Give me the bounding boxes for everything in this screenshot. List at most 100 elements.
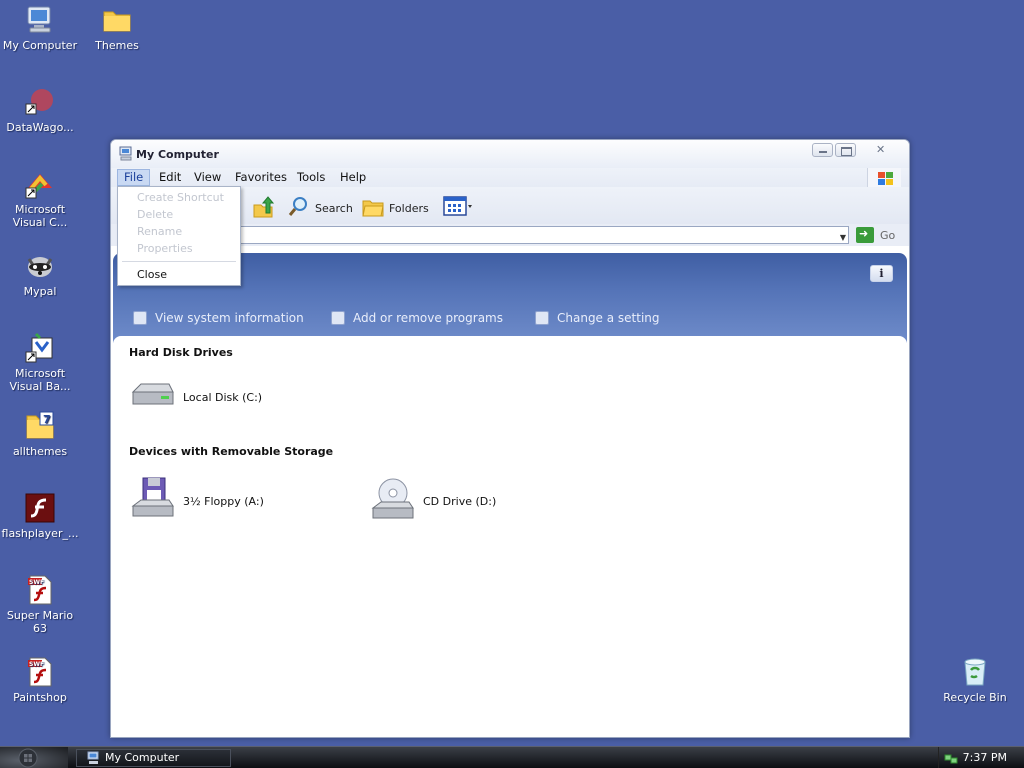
views-button[interactable] [443,195,473,220]
programs-icon [331,311,345,325]
drive-cd-d[interactable]: CD Drive (D:) [369,476,496,527]
search-icon [287,195,311,222]
task-add-remove-programs[interactable]: Add or remove programs [331,311,503,325]
go-label: Go [880,228,896,242]
desktop-icon-label: Microsoft Visual Ba... [9,367,71,393]
desktop-icon-label: Mypal [23,285,57,298]
desktop-icon-label: Paintshop [13,691,67,704]
desktop-icon-themes[interactable]: Themes [77,4,157,52]
taskbar-button-label: My Computer [105,751,180,764]
task-label: View system information [155,311,304,325]
desktop-icon-label: My Computer [2,39,78,52]
go-arrow-icon [856,227,874,243]
menu-edit[interactable]: Edit [153,169,187,186]
window-title: My Computer [136,148,219,161]
task-change-setting[interactable]: Change a setting [535,311,660,325]
desktop-icon-label: DataWago... [6,121,74,134]
system-info-icon [133,311,147,325]
address-input[interactable]: ter ▼ [219,226,849,244]
menu-item-properties: Properties [137,242,193,255]
desktop-icon-label: Recycle Bin [943,691,1007,704]
network-icon[interactable] [944,751,958,764]
control-panel-icon [535,311,549,325]
computer-icon [87,751,100,765]
folders-button[interactable]: Folders [361,195,429,222]
title-bar[interactable]: My Computer [111,140,909,168]
desktop-icon-label: Super Mario 63 [6,609,74,635]
clock[interactable]: 7:37 PM [963,747,1007,768]
drive-label: Local Disk (C:) [183,391,263,404]
minimize-button[interactable] [812,143,833,157]
svg-text:SWF: SWF [29,661,44,668]
drive-label: CD Drive (D:) [423,495,497,508]
desktop-icon-label: Microsoft Visual C... [12,203,68,229]
menu-help[interactable]: Help [334,169,372,186]
folders-icon [361,195,385,222]
taskbar: My Computer 7:37 PM [0,746,1024,768]
hard-disk-icon [129,380,177,415]
menu-item-rename: Rename [137,225,183,238]
desktop-icon-datawago[interactable]: DataWago... [0,86,80,134]
flash-icon [24,492,56,524]
desktop-icon-my-computer[interactable]: My Computer [0,4,80,52]
search-button[interactable]: Search [287,195,353,222]
task-label: Change a setting [557,311,660,325]
desktop-icon-visual-c[interactable]: Microsoft Visual C... [0,168,80,229]
desktop-icon-label: flashplayer_... [1,527,79,540]
taskbar-button-my-computer[interactable]: My Computer [76,749,231,767]
visual-c-icon [24,168,56,200]
cd-drive-icon [369,476,417,527]
visual-basic-icon [24,332,56,364]
raccoon-icon [24,250,56,282]
menu-item-delete: Delete [137,208,174,221]
search-label: Search [315,202,353,215]
file-menu-dropdown: Create Shortcut Delete Rename Properties… [117,186,241,286]
menu-view[interactable]: View [188,169,227,186]
menu-bar: File Edit View Favorites Tools Help [111,168,909,191]
start-button[interactable] [0,747,68,768]
content-area: Hard Disk Drives Local Disk (C:) Devices… [113,336,907,737]
group-removable-storage: Devices with Removable Storage [129,445,334,458]
recycle-bin-icon [959,656,991,688]
up-folder-button[interactable] [251,195,275,222]
folder-icon [101,4,133,36]
swf-icon: SWF [24,574,56,606]
system-tray: 7:37 PM [938,747,1024,768]
folder-7-icon: 7 [24,410,56,442]
go-button[interactable]: Go [856,227,895,243]
close-button[interactable] [867,143,893,157]
menu-tools[interactable]: Tools [291,169,331,186]
desktop-icon-label: Themes [95,39,139,52]
folders-label: Folders [389,202,429,215]
menu-separator [122,261,236,262]
views-icon [443,195,473,220]
desktop-icon-flashplayer[interactable]: flashplayer_... [0,492,80,540]
menu-favorites[interactable]: Favorites [229,169,293,186]
desktop-icon-label: allthemes [12,445,68,458]
drive-label: 3½ Floppy (A:) [183,495,264,508]
desktop-icon-visual-basic[interactable]: Microsoft Visual Ba... [0,332,80,393]
maximize-button[interactable] [835,143,856,157]
menu-item-create-shortcut: Create Shortcut [137,191,224,204]
info-icon[interactable]: i [870,265,893,282]
shortcut-icon [24,86,56,118]
svg-text:SWF: SWF [29,579,44,586]
desktop-icon-mypal[interactable]: Mypal [0,250,80,298]
desktop-icon-paintshop[interactable]: SWF Paintshop [0,656,80,704]
task-label: Add or remove programs [353,311,503,325]
menu-file[interactable]: File [117,169,151,186]
svg-text:7: 7 [43,413,51,426]
menu-item-close[interactable]: Close [137,268,167,281]
swf-icon: SWF [24,656,56,688]
computer-icon [24,4,56,36]
chevron-down-icon[interactable]: ▼ [840,230,846,246]
desktop-icon-super-mario[interactable]: SWF Super Mario 63 [0,574,80,635]
group-hard-disk-drives: Hard Disk Drives [129,346,233,359]
task-view-system-information[interactable]: View system information [133,311,304,325]
windows-orb-icon [18,748,38,768]
desktop-icon-recycle-bin[interactable]: Recycle Bin [935,656,1015,704]
desktop-icon-allthemes[interactable]: 7 allthemes [0,410,80,458]
drive-floppy-a[interactable]: 3½ Floppy (A:) [129,476,264,527]
drive-local-disk-c[interactable]: Local Disk (C:) [129,380,262,415]
computer-icon [119,146,133,161]
